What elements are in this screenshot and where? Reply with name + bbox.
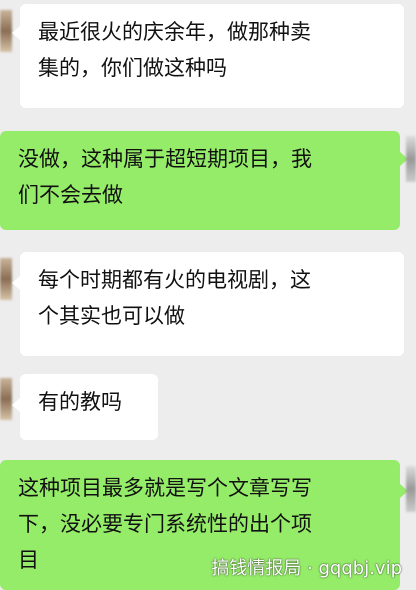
incoming-message-bubble[interactable]: 每个时期都有火的电视剧，这 个其实也可以做 — [20, 252, 404, 356]
incoming-message-bubble[interactable]: 最近很火的庆余年，做那种卖 集的，你们做这种吗 — [20, 4, 404, 108]
outgoing-message-bubble[interactable]: 没做，这种属于超短期项目，我 们不会去做 — [0, 131, 400, 230]
message-text-line: 下，没必要专门系统性的出个项 — [18, 512, 312, 536]
message-text-line: 个其实也可以做 — [38, 304, 185, 328]
watermark: 搞钱情报局 · gqqbj.vip — [211, 554, 402, 580]
bubble-tail — [12, 398, 20, 412]
bubble-tail — [12, 26, 20, 40]
message-text-line: 集的，你们做这种吗 — [38, 56, 227, 80]
message-text-line: 最近很火的庆余年，做那种卖 — [38, 20, 311, 44]
message-text-line: 们不会去做 — [18, 183, 123, 207]
message-text-line: 这种项目最多就是写个文章写写 — [18, 476, 312, 500]
incoming-message-bubble[interactable]: 有的教吗 — [20, 374, 158, 440]
self-avatar[interactable] — [406, 466, 416, 512]
self-avatar[interactable] — [406, 136, 416, 182]
contact-avatar[interactable] — [0, 10, 12, 52]
message-text-line: 没做，这种属于超短期项目，我 — [18, 147, 312, 171]
bubble-tail — [12, 276, 20, 290]
contact-avatar[interactable] — [0, 258, 12, 300]
message-text-line: 每个时期都有火的电视剧，这 — [38, 268, 311, 292]
message-text-line: 有的教吗 — [38, 390, 122, 414]
watermark-text: 搞钱情报局 · gqqbj.vip — [211, 558, 402, 579]
contact-avatar[interactable] — [0, 378, 12, 420]
